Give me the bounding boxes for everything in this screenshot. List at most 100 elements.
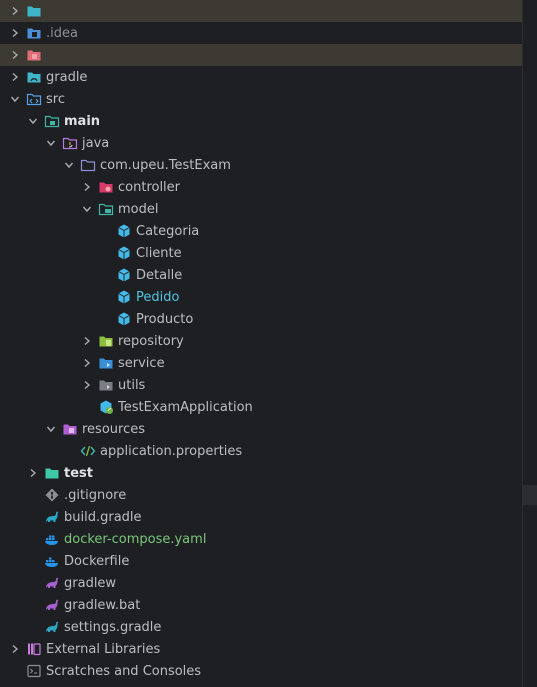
folder-red-icon [26,47,42,63]
gradlew-icon [44,575,60,591]
tree-item[interactable]: Cliente [0,242,522,264]
tree-item-label: .idea [46,25,78,41]
chevron-placeholder [26,576,40,590]
chevron-down-icon[interactable] [62,158,76,172]
chevron-right-icon[interactable] [8,642,22,656]
scratches-icon [26,663,42,679]
tree-item[interactable] [0,0,522,22]
tree-item[interactable]: Pedido [0,286,522,308]
folder-main-icon [44,113,60,129]
chevron-down-icon[interactable] [80,202,94,216]
docker-compose-icon [44,531,60,547]
tree-item-label: build.gradle [64,509,142,525]
docker-icon [44,553,60,569]
folder-cyan-icon [26,3,42,19]
entity-icon [116,311,132,327]
chevron-placeholder [26,532,40,546]
tree-item-label: Detalle [136,267,183,283]
chevron-placeholder [26,620,40,634]
tree-item[interactable]: service [0,352,522,374]
chevron-placeholder [98,268,112,282]
chevron-right-icon[interactable] [26,466,40,480]
gradle-file-icon [44,509,60,525]
tree-item[interactable]: model [0,198,522,220]
tree-item[interactable]: resources [0,418,522,440]
chevron-right-icon[interactable] [80,180,94,194]
package-utils-icon [98,377,114,393]
package-service-icon [98,355,114,371]
tree-item-label: resources [82,421,146,437]
tree-item-label: Cliente [136,245,182,261]
tree-item[interactable]: application.properties [0,440,522,462]
tree-item[interactable]: build.gradle [0,506,522,528]
git-icon [44,487,60,503]
chevron-placeholder [26,488,40,502]
tree-item-label: gradlew [64,575,117,591]
tree-item-label: gradle [46,69,88,85]
tree-item[interactable]: repository [0,330,522,352]
tree-item-label: repository [118,333,184,349]
tree-item[interactable]: .gitignore [0,484,522,506]
entity-icon [116,245,132,261]
tree-item[interactable]: controller [0,176,522,198]
chevron-right-icon[interactable] [80,378,94,392]
tree-item[interactable]: Producto [0,308,522,330]
tree-item[interactable]: gradlew [0,572,522,594]
tree-item[interactable]: com.upeu.TestExam [0,154,522,176]
folder-resources-icon [62,421,78,437]
tree-item-label: test [64,465,93,481]
tree-item[interactable]: docker-compose.yaml [0,528,522,550]
external-libraries-icon [26,641,42,657]
tree-item[interactable]: Dockerfile [0,550,522,572]
tree-item[interactable]: main [0,110,522,132]
tree-item[interactable]: External Libraries [0,638,522,660]
tree-item-label: External Libraries [46,641,161,657]
tree-item[interactable]: test [0,462,522,484]
tree-item[interactable]: src [0,88,522,110]
tree-item-label: controller [118,179,181,195]
tree-item[interactable]: TestExamApplication [0,396,522,418]
chevron-placeholder [98,224,112,238]
chevron-right-icon[interactable] [8,4,22,18]
tree-item-label: .gitignore [64,487,127,503]
folder-idea-icon [26,25,42,41]
gradle-file-icon [44,619,60,635]
chevron-down-icon[interactable] [44,136,58,150]
chevron-placeholder [26,510,40,524]
package-controller-icon [98,179,114,195]
tree-item-label: com.upeu.TestExam [100,157,231,173]
vertical-scrollbar[interactable] [522,0,537,687]
chevron-placeholder [8,664,22,678]
tree-item[interactable]: Detalle [0,264,522,286]
tree-item-label: TestExamApplication [118,399,253,415]
tree-item[interactable]: settings.gradle [0,616,522,638]
chevron-down-icon[interactable] [26,114,40,128]
tree-item[interactable]: utils [0,374,522,396]
tree-item-label: gradlew.bat [64,597,141,613]
chevron-right-icon[interactable] [80,356,94,370]
tree-item-label: main [64,113,101,129]
chevron-placeholder [62,444,76,458]
entity-icon [116,289,132,305]
tree-item[interactable]: .idea [0,22,522,44]
entity-icon [116,267,132,283]
scrollbar-thumb[interactable] [523,485,537,505]
tree-item[interactable]: Scratches and Consoles [0,660,522,682]
chevron-down-icon[interactable] [44,422,58,436]
tree-item[interactable]: gradle [0,66,522,88]
tree-item[interactable]: gradlew.bat [0,594,522,616]
tree-item[interactable]: Categoria [0,220,522,242]
entity-icon [116,223,132,239]
chevron-right-icon[interactable] [8,48,22,62]
chevron-right-icon[interactable] [8,26,22,40]
tree-item[interactable]: java [0,132,522,154]
tree-item-label: application.properties [100,443,243,459]
tree-item-label: docker-compose.yaml [64,531,207,547]
tree-item-label: Dockerfile [64,553,130,569]
tree-item-label: settings.gradle [64,619,162,635]
chevron-right-icon[interactable] [80,334,94,348]
chevron-down-icon[interactable] [8,92,22,106]
tree-item[interactable] [0,44,522,66]
chevron-right-icon[interactable] [8,70,22,84]
tree-item-label: Producto [136,311,194,327]
